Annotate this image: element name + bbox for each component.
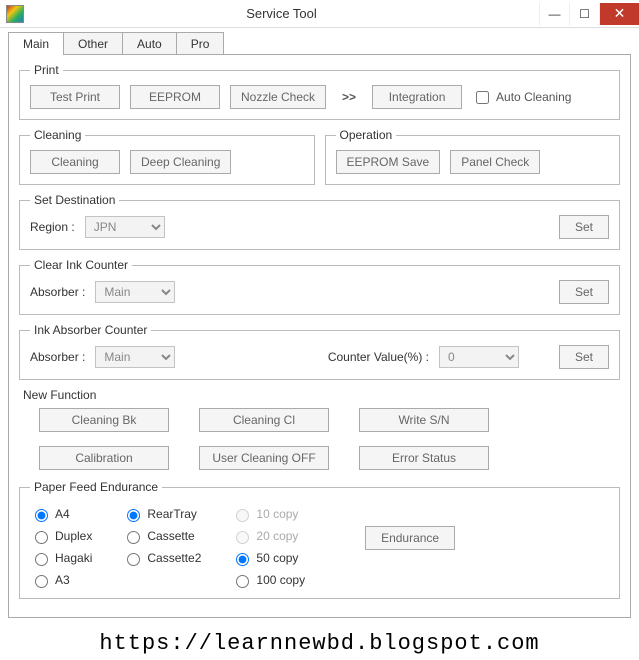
close-button[interactable]: ✕ [599,3,639,25]
radio-duplex[interactable]: Duplex [30,528,92,544]
auto-cleaning-label: Auto Cleaning [496,90,571,104]
region-select[interactable]: JPN [85,216,165,238]
test-print-button[interactable]: Test Print [30,85,120,109]
radio-10copy[interactable]: 10 copy [231,506,305,522]
group-clear-ink: Clear Ink Counter Absorber : Main Set [19,258,620,315]
cleaning-cl-button[interactable]: Cleaning Cl [199,408,329,432]
ink-absorber-label: Absorber : [30,350,85,364]
group-clear-ink-legend: Clear Ink Counter [30,258,132,272]
set-destination-set-button[interactable]: Set [559,215,609,239]
counter-value-select[interactable]: 0 [439,346,519,368]
user-cleaning-off-button[interactable]: User Cleaning OFF [199,446,329,470]
deep-cleaning-button[interactable]: Deep Cleaning [130,150,231,174]
new-function-label: New Function [23,388,620,402]
group-print-legend: Print [30,63,63,77]
region-label: Region : [30,220,75,234]
tab-main[interactable]: Main [8,32,64,55]
radio-reartray[interactable]: RearTray [122,506,201,522]
integration-button[interactable]: Integration [372,85,462,109]
group-paper-feed-legend: Paper Feed Endurance [30,480,162,494]
group-cleaning-legend: Cleaning [30,128,85,142]
radio-20copy[interactable]: 20 copy [231,528,305,544]
auto-cleaning-input[interactable] [476,91,489,104]
maximize-button[interactable]: ☐ [569,3,599,25]
group-paper-feed: Paper Feed Endurance A4 Duplex Hagaki A3… [19,480,620,599]
group-print: Print Test Print EEPROM Nozzle Check >> … [19,63,620,120]
error-status-button[interactable]: Error Status [359,446,489,470]
write-sn-button[interactable]: Write S/N [359,408,489,432]
group-ink-absorber-legend: Ink Absorber Counter [30,323,151,337]
tab-other[interactable]: Other [63,32,123,55]
ink-absorber-set-button[interactable]: Set [559,345,609,369]
nozzle-check-button[interactable]: Nozzle Check [230,85,326,109]
titlebar: Service Tool — ☐ ✕ [0,0,639,28]
ink-absorber-select[interactable]: Main [95,346,175,368]
radio-a3[interactable]: A3 [30,572,92,588]
group-set-destination-legend: Set Destination [30,193,119,207]
minimize-button[interactable]: — [539,3,569,25]
group-operation-legend: Operation [336,128,397,142]
app-icon [6,5,24,23]
group-ink-absorber: Ink Absorber Counter Absorber : Main Cou… [19,323,620,380]
radio-100copy[interactable]: 100 copy [231,572,305,588]
endurance-button[interactable]: Endurance [365,526,455,550]
radio-a4[interactable]: A4 [30,506,92,522]
footer-url: https://learnnewbd.blogspot.com [0,625,639,660]
group-set-destination: Set Destination Region : JPN Set [19,193,620,250]
group-operation: Operation EEPROM Save Panel Check [325,128,621,185]
radio-hagaki[interactable]: Hagaki [30,550,92,566]
more-icon: >> [336,90,362,104]
cleaning-button[interactable]: Cleaning [30,150,120,174]
counter-value-label: Counter Value(%) : [328,350,429,364]
window-title: Service Tool [24,6,539,21]
clear-ink-set-button[interactable]: Set [559,280,609,304]
cleaning-bk-button[interactable]: Cleaning Bk [39,408,169,432]
tab-panel-main: Print Test Print EEPROM Nozzle Check >> … [8,54,631,618]
eeprom-button[interactable]: EEPROM [130,85,220,109]
auto-cleaning-checkbox[interactable]: Auto Cleaning [472,88,571,107]
tab-pro[interactable]: Pro [176,32,225,55]
tab-auto[interactable]: Auto [122,32,177,55]
radio-50copy[interactable]: 50 copy [231,550,305,566]
clear-ink-absorber-label: Absorber : [30,285,85,299]
calibration-button[interactable]: Calibration [39,446,169,470]
clear-ink-absorber-select[interactable]: Main [95,281,175,303]
eeprom-save-button[interactable]: EEPROM Save [336,150,441,174]
group-cleaning: Cleaning Cleaning Deep Cleaning [19,128,315,185]
tab-strip: Main Other Auto Pro [8,32,639,55]
radio-cassette[interactable]: Cassette [122,528,201,544]
radio-cassette2[interactable]: Cassette2 [122,550,201,566]
panel-check-button[interactable]: Panel Check [450,150,540,174]
